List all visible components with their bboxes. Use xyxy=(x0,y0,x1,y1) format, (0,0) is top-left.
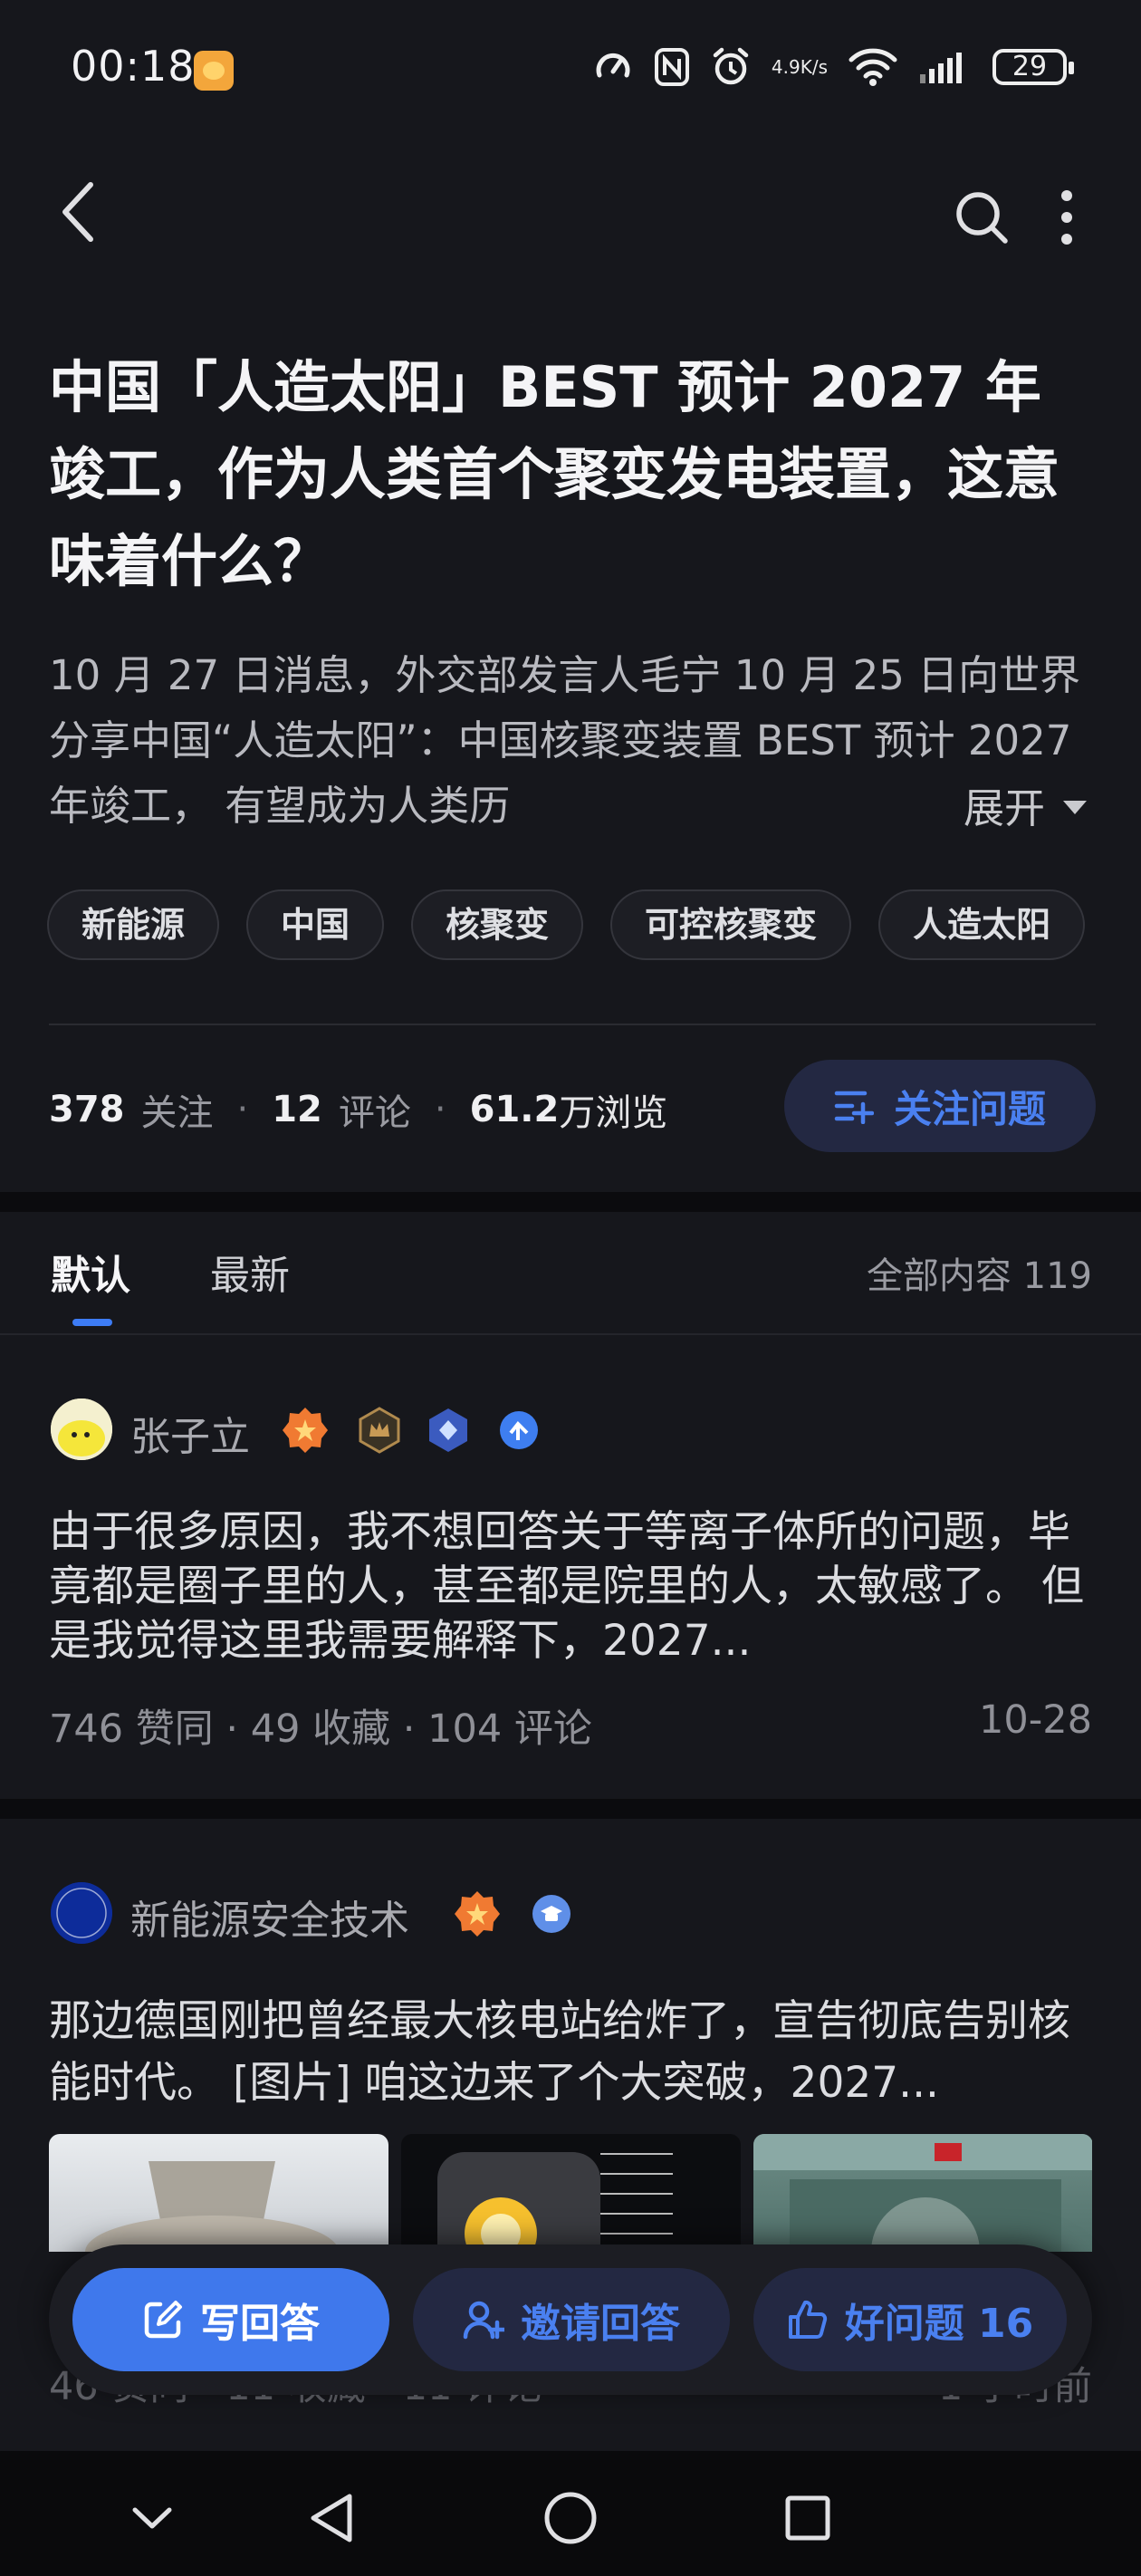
tab-latest[interactable]: 最新 xyxy=(210,1243,290,1301)
comments-count: 12 xyxy=(272,1089,322,1130)
comments-label: 评论 xyxy=(338,1092,411,1134)
avatar-image xyxy=(51,1399,112,1460)
gauge-icon xyxy=(592,46,634,88)
nav-home-button[interactable] xyxy=(534,2482,607,2554)
follow-question-label: 关注问题 xyxy=(893,1086,1046,1131)
section-separator xyxy=(0,1192,1141,1212)
answer-image[interactable] xyxy=(753,2134,1092,2252)
follow-question-button[interactable]: 关注问题 xyxy=(784,1060,1096,1152)
badge-icon xyxy=(453,1889,502,1938)
diamond-badge-icon xyxy=(424,1406,473,1455)
add-user-icon xyxy=(463,2301,504,2340)
square-recents-icon xyxy=(785,2495,830,2541)
status-bar: 00:18 4.9 K/s 29 xyxy=(0,0,1141,145)
followers-label: 关注 xyxy=(140,1092,214,1134)
divider xyxy=(49,1024,1096,1025)
invite-answer-label: 邀请回答 xyxy=(521,2301,680,2347)
more-vertical-icon xyxy=(1061,190,1072,245)
author-name[interactable]: 张子立 xyxy=(130,1404,250,1462)
status-time: 00:18 xyxy=(71,42,196,91)
all-content-count[interactable]: 全部内容 119 xyxy=(867,1246,1092,1299)
nfc-icon xyxy=(654,47,690,87)
expand-button[interactable]: 展开 xyxy=(806,772,1087,837)
answer-images xyxy=(49,2134,1092,2252)
battery-indicator: 29 xyxy=(992,49,1074,85)
section-separator xyxy=(0,1799,1141,1819)
hide-keyboard-button[interactable] xyxy=(116,2482,188,2554)
app-notification-icon xyxy=(194,51,234,91)
triangle-back-icon xyxy=(311,2494,352,2542)
caret-down-icon xyxy=(1063,800,1087,814)
edit-icon xyxy=(144,2301,182,2339)
back-button[interactable] xyxy=(54,178,109,246)
chevron-down-icon xyxy=(132,2507,172,2529)
nav-recents-button[interactable] xyxy=(772,2482,844,2554)
write-answer-label: 写回答 xyxy=(200,2301,320,2347)
network-speed: 4.9 K/s xyxy=(772,57,828,77)
answer-image[interactable] xyxy=(49,2134,388,2252)
verified-badge-icon xyxy=(494,1406,543,1455)
invite-answer-button[interactable]: 邀请回答 xyxy=(413,2268,730,2371)
answer-meta: 746 赞同 · 49 收藏 · 104 评论 xyxy=(49,1706,592,1752)
good-question-label: 好问题 16 xyxy=(844,2301,1034,2347)
chevron-left-icon xyxy=(62,182,93,242)
net-speed-unit: K/s xyxy=(800,56,828,78)
author-name[interactable]: 新能源安全技术 xyxy=(130,1888,409,1946)
edu-badge-icon xyxy=(529,1891,578,1940)
net-speed-value: 4.9 xyxy=(771,56,801,78)
followers-count: 378 xyxy=(49,1089,125,1130)
topic-tag[interactable]: 人造太阳 xyxy=(878,889,1086,960)
question-title: 中国「人造太阳」BEST 预计 2027 年竣工，作为人类首个聚变发电装置，这意… xyxy=(49,354,1060,594)
search-button[interactable] xyxy=(953,188,1011,246)
answer-excerpt[interactable]: 由于很多原因，我不想回答关于等离子体所的问题，毕竟都是圈子里的人，甚至都是院里的… xyxy=(49,1505,1092,1668)
good-question-button[interactable]: 好问题 16 xyxy=(753,2268,1067,2371)
answer-image[interactable] xyxy=(401,2134,741,2252)
views-label: 万浏览 xyxy=(559,1092,668,1134)
topic-tag[interactable]: 可控核聚变 xyxy=(610,889,852,960)
separator-dot: · xyxy=(236,1089,249,1130)
divider xyxy=(0,1333,1141,1335)
topic-tag[interactable]: 中国 xyxy=(246,889,385,960)
status-icons: 4.9 K/s 29 xyxy=(592,40,1074,94)
avatar[interactable] xyxy=(51,1399,112,1460)
topic-tag[interactable]: 新能源 xyxy=(47,889,220,960)
avatar[interactable] xyxy=(51,1882,112,1944)
circle-home-icon xyxy=(544,2492,597,2544)
crown-badge-icon xyxy=(355,1406,404,1455)
expand-label: 展开 xyxy=(963,783,1045,832)
signal-icon xyxy=(918,49,973,85)
active-tab-indicator xyxy=(72,1319,112,1326)
tab-default[interactable]: 默认 xyxy=(51,1243,130,1301)
answer-date: 10-28 xyxy=(979,1697,1092,1743)
follow-list-icon xyxy=(834,1091,874,1124)
question-stats: 378 关注 · 12 评论 · 61.2 万浏览 xyxy=(49,1078,667,1141)
write-answer-button[interactable]: 写回答 xyxy=(72,2268,389,2371)
views-count: 61.2 xyxy=(469,1089,560,1130)
alarm-icon xyxy=(710,46,752,88)
search-icon xyxy=(956,192,1008,244)
thumbs-up-icon xyxy=(788,2300,827,2339)
badge-icon xyxy=(281,1406,330,1455)
more-options-button[interactable] xyxy=(1049,185,1085,250)
nav-back-button[interactable] xyxy=(295,2482,368,2554)
topic-tags: 新能源 中国 核聚变 可控核聚变 人造太阳 xyxy=(47,889,1098,962)
answer-excerpt[interactable]: 那边德国刚把曾经最大核电站给炸了，宣告彻底告别核能时代。 [图片] 咱这边来了个… xyxy=(49,1991,1092,2114)
separator-dot: · xyxy=(434,1089,446,1130)
avatar-image xyxy=(51,1882,112,1944)
topic-tag[interactable]: 核聚变 xyxy=(411,889,584,960)
wifi-icon xyxy=(848,47,898,87)
